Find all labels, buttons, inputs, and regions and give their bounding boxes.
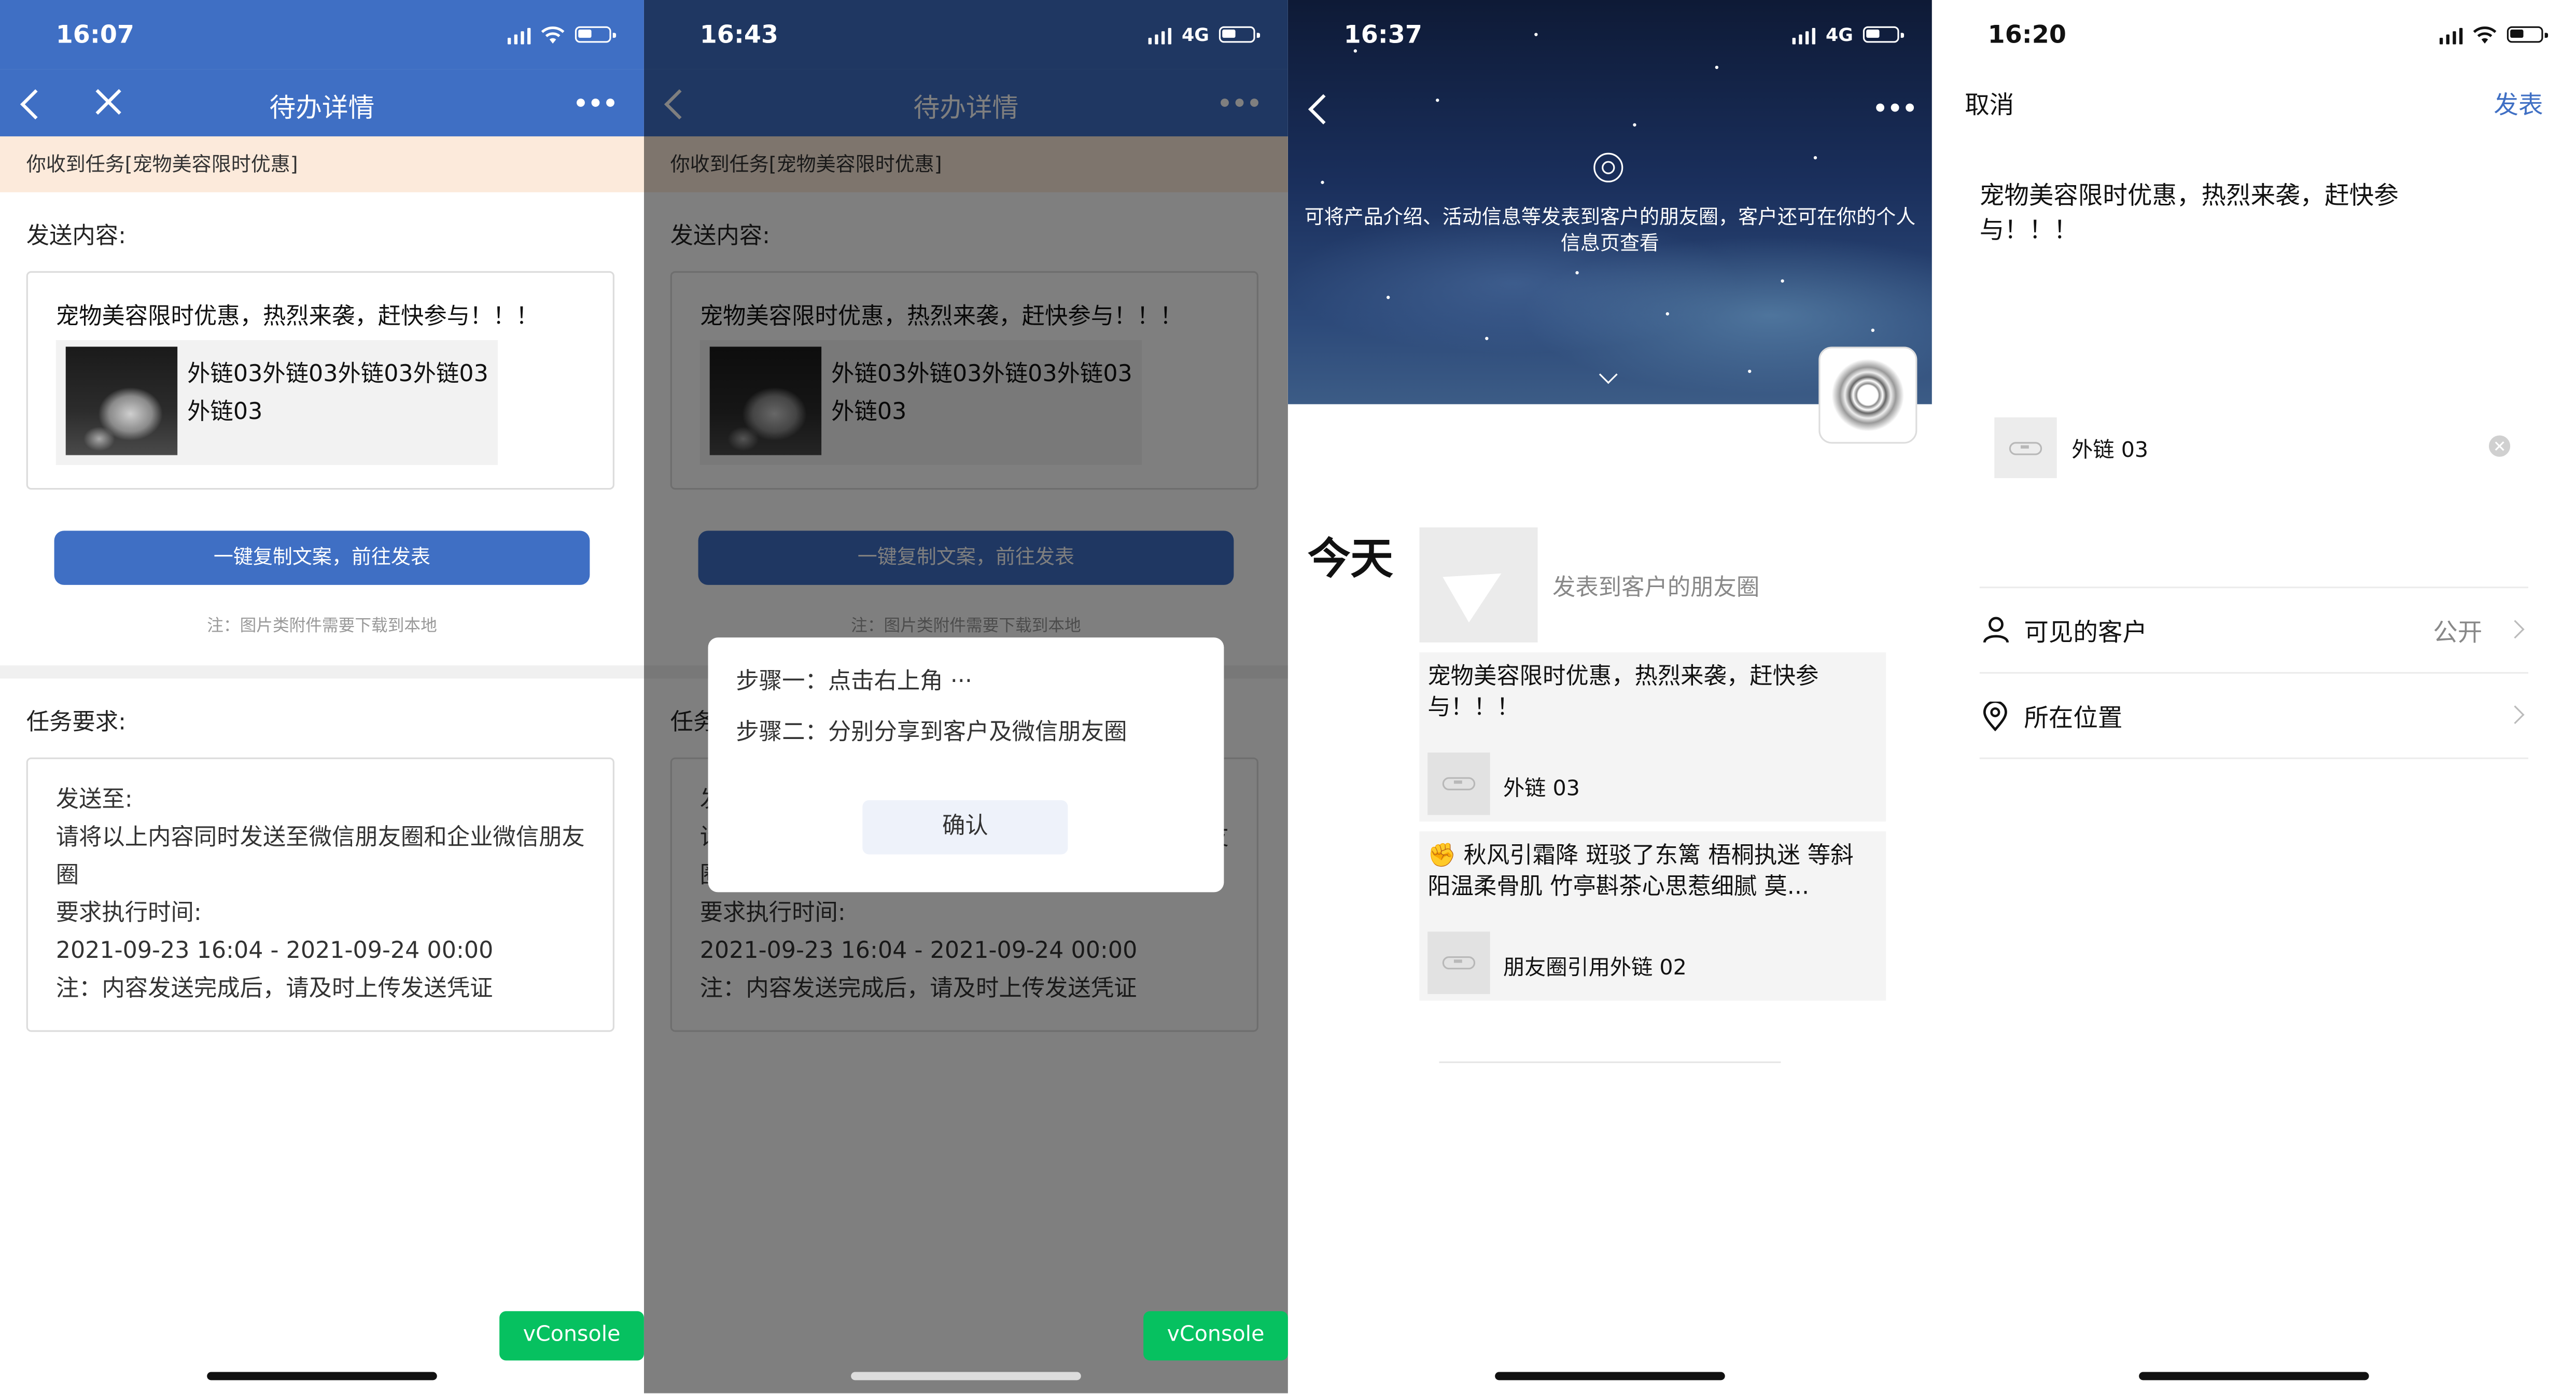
location-pin-icon <box>1983 701 2007 731</box>
requirement-text: 发送至: 请将以上内容同时发送至微信朋友圈和企业微信朋友圈 要求执行时间: 20… <box>56 782 585 1009</box>
camera-aperture-icon[interactable] <box>1593 152 1623 183</box>
signal-icon <box>507 25 531 44</box>
moment-post[interactable]: 宠物美容限时优惠，热烈来袭，赶快参与！！！ 外链 03 <box>1419 652 1886 822</box>
home-indicator <box>1495 1372 1725 1381</box>
cat-thumbnail <box>65 346 178 455</box>
req-line: 请将以上内容同时发送至微信朋友圈和企业微信朋友圈 <box>55 825 585 889</box>
send-to-moments-tile[interactable] <box>1419 527 1538 643</box>
link-icon <box>1442 777 1476 790</box>
link-icon <box>2009 442 2042 455</box>
vconsole-button[interactable]: vConsole <box>499 1311 644 1361</box>
person-icon <box>1983 617 2009 643</box>
task-requirement-label: 任务要求: <box>26 709 127 736</box>
battery-icon <box>1863 26 1903 43</box>
attachment-thumb[interactable] <box>1994 417 2057 478</box>
home-indicator <box>207 1372 437 1381</box>
requirement-card: 发送至: 请将以上内容同时发送至微信朋友圈和企业微信朋友圈 要求执行时间: 20… <box>26 757 614 1032</box>
req-line: 发送至: <box>55 787 133 814</box>
screen-compose-moment: 16:20 取消 发表 宠物美容限时优惠，热烈来袭，赶快参与！！！ 外链 03 … <box>1931 0 2576 1393</box>
post-link-title: 外链 03 <box>1503 777 1580 802</box>
req-line: 要求执行时间: <box>55 900 202 927</box>
send-content-label: 发送内容: <box>26 223 127 250</box>
status-bar: 16:43 4G <box>644 0 1288 69</box>
copy-and-post-button[interactable]: 一键复制文案，前往发表 <box>54 531 590 585</box>
signal-icon <box>1792 25 1816 44</box>
status-time: 16:20 <box>1987 20 2066 50</box>
network-label: 4G <box>1181 23 1209 46</box>
status-time: 16:37 <box>1343 20 1422 50</box>
date-label-today: 今天 <box>1307 535 1393 585</box>
visible-customers-label: 可见的客户 <box>2024 618 2148 648</box>
row-divider <box>1979 757 2529 759</box>
req-line: 注：内容发送完成后，请及时上传发送凭证 <box>55 975 493 1002</box>
more-icon[interactable] <box>577 99 614 107</box>
message-text: 宠物美容限时优惠，热烈来袭，赶快参与！！！ <box>55 304 539 330</box>
post-text: ✊ 秋风引霜降 斑驳了东篱 梧桐执迷 等斜阳温柔骨肌 竹亭斟茶心思惹细腻 莫..… <box>1427 843 1854 901</box>
status-bar: 16:20 <box>1932 0 2576 69</box>
link-thumb <box>1427 752 1490 815</box>
task-notice: 你收到任务[宠物美容限时优惠] <box>0 136 644 192</box>
step-two: 步骤二：分别分享到客户及微信朋友圈 <box>736 719 1127 746</box>
wifi-icon <box>2473 25 2497 43</box>
avatar[interactable] <box>1818 346 1917 444</box>
post-link-title: 朋友圈引用外链 02 <box>1503 956 1687 981</box>
battery-icon <box>2507 26 2547 43</box>
chevron-right-icon <box>2505 620 2525 639</box>
send-to-moments-label[interactable]: 发表到客户的朋友圈 <box>1552 570 1759 603</box>
paper-plane-icon <box>1443 550 1515 623</box>
location-row[interactable]: 所在位置 <box>1979 672 2529 759</box>
battery-icon <box>1219 26 1259 43</box>
signal-icon <box>2439 25 2463 44</box>
visibility-value: 公开 <box>2433 618 2483 648</box>
loading-divider <box>1439 1061 1781 1063</box>
more-icon[interactable] <box>1876 103 1914 112</box>
status-time: 16:43 <box>699 20 778 50</box>
link-card[interactable]: 外链03外链03外链03外链03外链03 <box>55 340 498 465</box>
download-note: 注：图片类附件需要下载到本地 <box>207 618 437 636</box>
section-divider <box>0 665 644 679</box>
signal-icon <box>1148 25 1172 44</box>
location-label: 所在位置 <box>2024 703 2123 733</box>
content-card: 宠物美容限时优惠，热烈来袭，赶快参与！！！ 外链03外链03外链03外链03外链… <box>26 271 614 490</box>
page-title: 待办详情 <box>269 92 375 123</box>
screen-customer-moments: 可将产品介绍、活动信息等发表到客户的朋友圈，客户还可在你的个人信息页查看 16:… <box>1287 0 1932 1393</box>
chevron-right-icon <box>2505 705 2525 724</box>
battery-icon <box>575 26 615 43</box>
chevron-down-icon[interactable] <box>1599 365 1618 384</box>
vconsole-button[interactable]: vConsole <box>1143 1311 1288 1361</box>
post-text: 宠物美容限时优惠，热烈来袭，赶快参与！！！ <box>1427 663 1819 721</box>
status-time: 16:07 <box>55 20 135 50</box>
compose-text-area[interactable]: 宠物美容限时优惠，热烈来袭，赶快参与！！！ <box>1980 179 2472 248</box>
wifi-icon <box>541 25 565 43</box>
link-title: 外链03外链03外链03外链03外链03 <box>187 361 488 426</box>
cancel-button[interactable]: 取消 <box>1965 87 2014 122</box>
visible-customers-row[interactable]: 可见的客户 公开 <box>1979 587 2529 674</box>
remove-attachment-icon[interactable] <box>2488 435 2511 457</box>
network-label: 4G <box>1825 23 1853 46</box>
home-indicator <box>2139 1372 2369 1381</box>
req-line: 2021-09-23 16:04 - 2021-09-24 00:00 <box>55 938 494 965</box>
status-bar: 16:07 <box>0 0 644 69</box>
link-icon <box>1442 956 1476 970</box>
steps-dialog: 步骤一：点击右上角 ··· 步骤二：分别分享到客户及微信朋友圈 确认 <box>708 637 1224 893</box>
nav-bar: 待办详情 <box>0 69 644 136</box>
publish-button[interactable]: 发表 <box>2494 87 2543 122</box>
status-bar: 16:37 4G <box>1288 0 1932 69</box>
link-thumb <box>1427 931 1490 994</box>
screen-todo-detail-dialog: 待办详情 你收到任务[宠物美容限时优惠] 发送内容: 宠物美容限时优惠，热烈来袭… <box>643 0 1288 1393</box>
moment-post[interactable]: ✊ 秋风引霜降 斑驳了东篱 梧桐执迷 等斜阳温柔骨肌 竹亭斟茶心思惹细腻 莫..… <box>1419 831 1886 1001</box>
cover-hint-text: 可将产品介绍、活动信息等发表到客户的朋友圈，客户还可在你的个人信息页查看 <box>1304 205 1916 255</box>
attachment-title: 外链 03 <box>2071 438 2149 464</box>
compose-top-bar: 取消 发表 <box>1932 69 2576 135</box>
screen-todo-detail: 16:07 待办详情 你收到任务[宠物美容限时优惠] 发送内容: 宠物美容限时优… <box>0 0 644 1393</box>
home-indicator <box>851 1372 1081 1381</box>
step-one: 步骤一：点击右上角 ··· <box>736 668 973 695</box>
confirm-button[interactable]: 确认 <box>862 800 1068 855</box>
